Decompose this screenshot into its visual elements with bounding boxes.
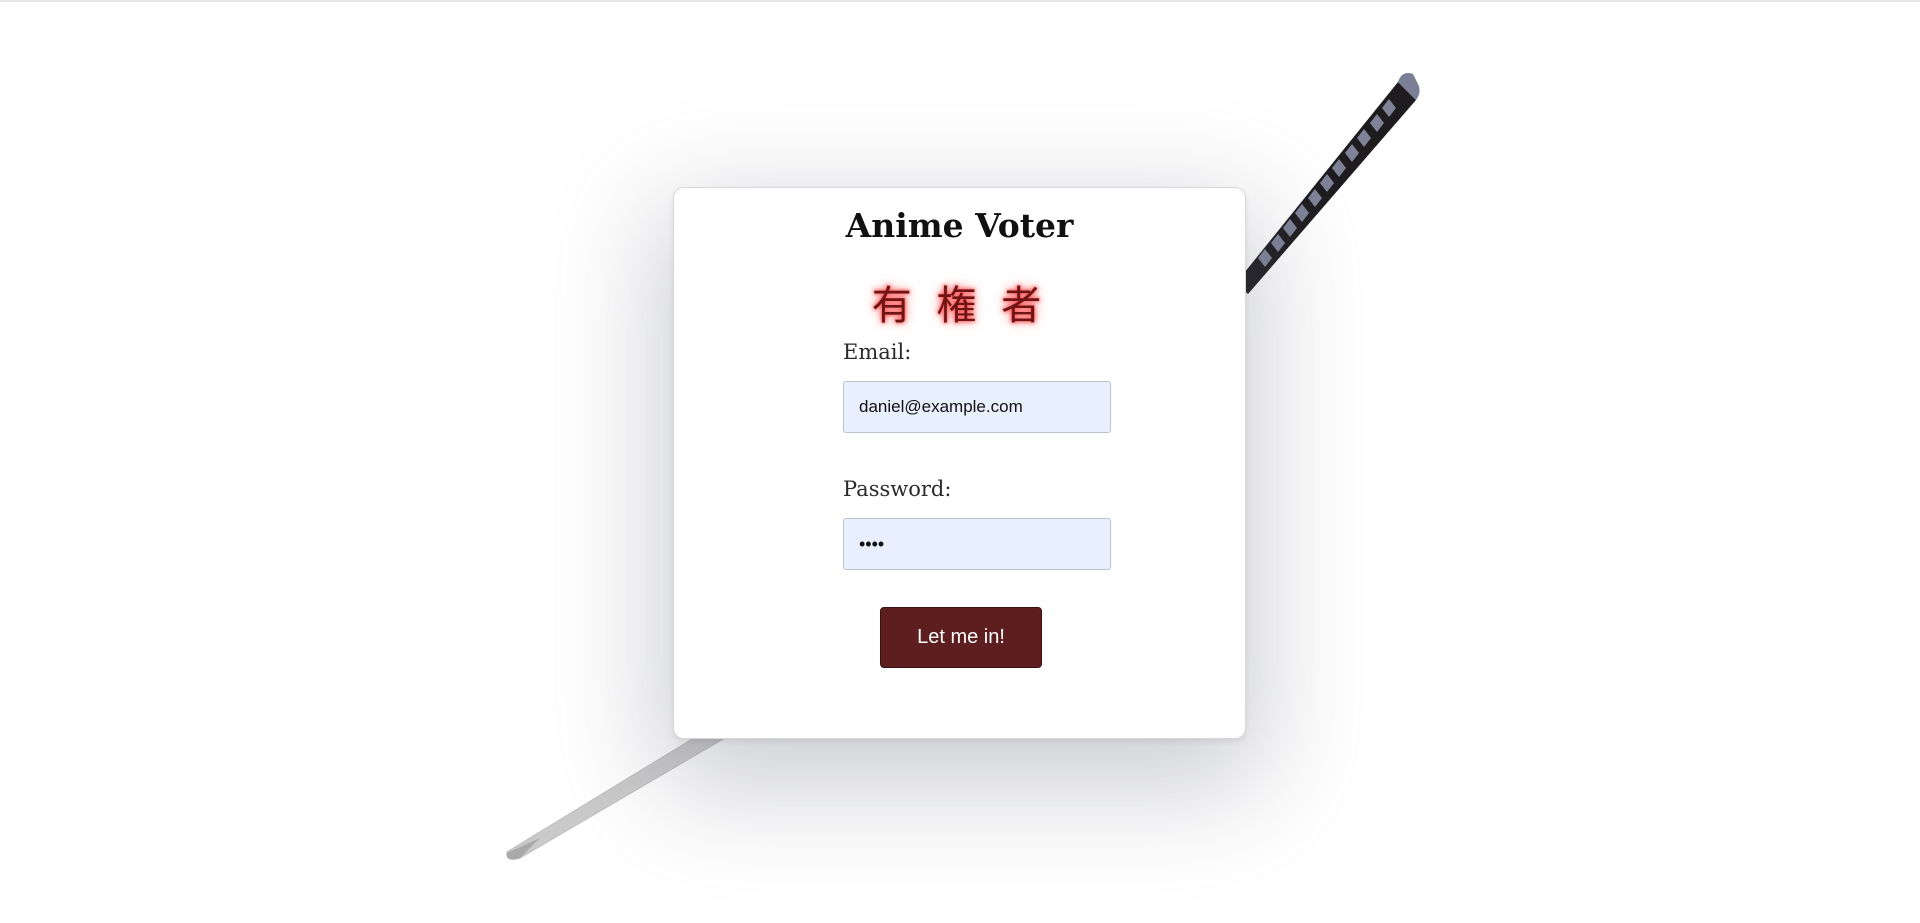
password-field[interactable] [843, 518, 1111, 570]
top-divider [0, 0, 1920, 2]
katana-handle [1236, 73, 1420, 294]
email-field[interactable] [843, 381, 1111, 433]
login-card: Anime Voter 有 権 者 Email: Password: Let m… [673, 187, 1246, 739]
login-form: Email: Password: [843, 340, 1113, 570]
app-title: Anime Voter [845, 206, 1074, 245]
katana-blade [506, 721, 731, 860]
app-subtitle-japanese: 有 権 者 [871, 283, 1048, 329]
email-label: Email: [843, 340, 912, 364]
login-button[interactable]: Let me in! [880, 607, 1042, 668]
password-label: Password: [843, 477, 952, 501]
